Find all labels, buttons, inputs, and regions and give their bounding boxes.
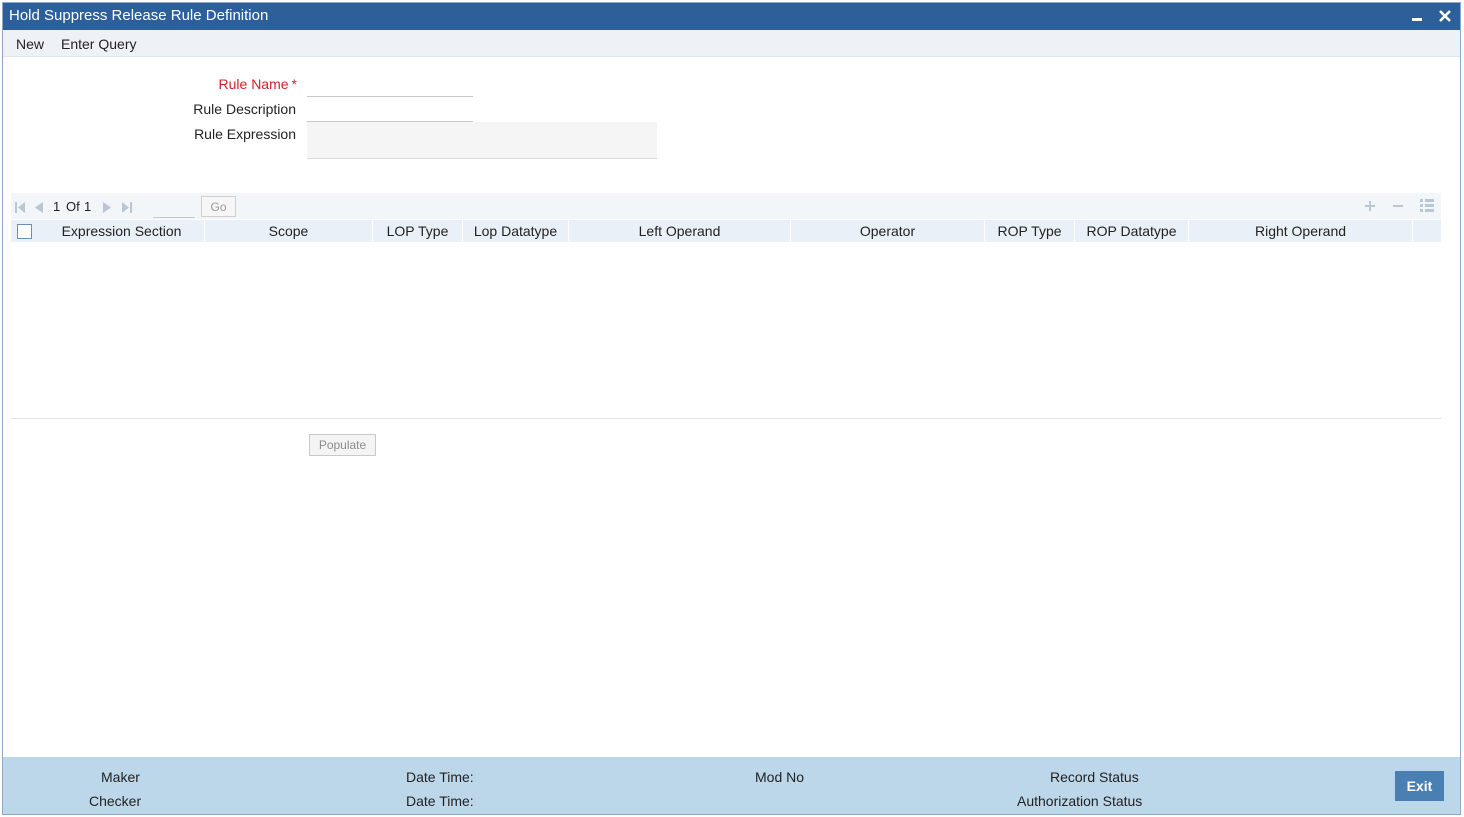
required-marker: * — [291, 76, 297, 92]
last-page-icon[interactable] — [121, 200, 132, 216]
mod-no-label: Mod No — [755, 769, 805, 785]
rule-description-field[interactable] — [307, 97, 473, 122]
minimize-icon[interactable] — [1408, 6, 1426, 26]
record-status-label: Record Status — [1050, 769, 1139, 785]
main-window: Hold Suppress Release Rule Definition Ne… — [2, 2, 1461, 815]
authorization-status-label: Authorization Status — [1017, 793, 1143, 809]
checker-date-time-label: Date Time: — [406, 793, 474, 809]
window-title: Hold Suppress Release Rule Definition — [9, 7, 269, 24]
maker-date-time-label: Date Time: — [406, 769, 474, 785]
rule-name-label: Rule Name * — [97, 76, 297, 92]
first-page-icon[interactable] — [15, 200, 26, 216]
column-header-rop-datatype[interactable]: ROP Datatype — [1075, 220, 1189, 242]
rule-expression-label: Rule Expression — [194, 126, 296, 142]
add-row-icon[interactable] — [1364, 199, 1376, 215]
current-page: 1 — [53, 199, 61, 214]
select-all-checkbox[interactable] — [17, 224, 32, 239]
column-header-right-operand[interactable]: Right Operand — [1189, 220, 1413, 242]
page-number-input[interactable] — [153, 197, 195, 218]
new-menu-item[interactable]: New — [16, 36, 44, 52]
column-header-rop-type[interactable]: ROP Type — [985, 220, 1075, 242]
grid-body — [11, 242, 1441, 419]
enter-query-menu-item[interactable]: Enter Query — [61, 36, 136, 52]
rule-name-label-text: Rule Name — [218, 76, 289, 92]
next-page-icon[interactable] — [102, 200, 112, 216]
maker-label: Maker — [101, 769, 140, 785]
rule-name-field[interactable] — [307, 72, 473, 97]
rule-description-label: Rule Description — [193, 101, 296, 117]
column-header-expression-section[interactable]: Expression Section — [39, 220, 205, 242]
column-header-scope[interactable]: Scope — [205, 220, 373, 242]
column-header-lop-datatype[interactable]: Lop Datatype — [463, 220, 569, 242]
exit-button[interactable]: Exit — [1395, 771, 1444, 801]
prev-page-icon[interactable] — [34, 200, 44, 216]
column-header-left-operand[interactable]: Left Operand — [569, 220, 791, 242]
rule-expression-field[interactable] — [307, 122, 657, 159]
column-header-operator[interactable]: Operator — [791, 220, 985, 242]
go-button[interactable]: Go — [201, 196, 236, 217]
column-header-lop-type[interactable]: LOP Type — [373, 220, 463, 242]
of-label: Of — [66, 199, 80, 214]
grid-toolbar: 1 Of 1 Go — [11, 193, 1441, 219]
delete-row-icon[interactable] — [1392, 199, 1404, 215]
close-icon[interactable] — [1436, 6, 1454, 26]
checker-label: Checker — [89, 793, 142, 809]
total-pages: 1 — [84, 199, 92, 214]
title-bar: Hold Suppress Release Rule Definition — [3, 3, 1460, 30]
grid-header: Expression Section Scope LOP Type Lop Da… — [11, 220, 1441, 242]
populate-button[interactable]: Populate — [309, 434, 376, 456]
menu-bar: New Enter Query — [3, 30, 1460, 57]
audit-footer: Maker Checker Date Time: Date Time: Mod … — [3, 757, 1460, 814]
single-view-icon[interactable] — [1420, 199, 1434, 215]
